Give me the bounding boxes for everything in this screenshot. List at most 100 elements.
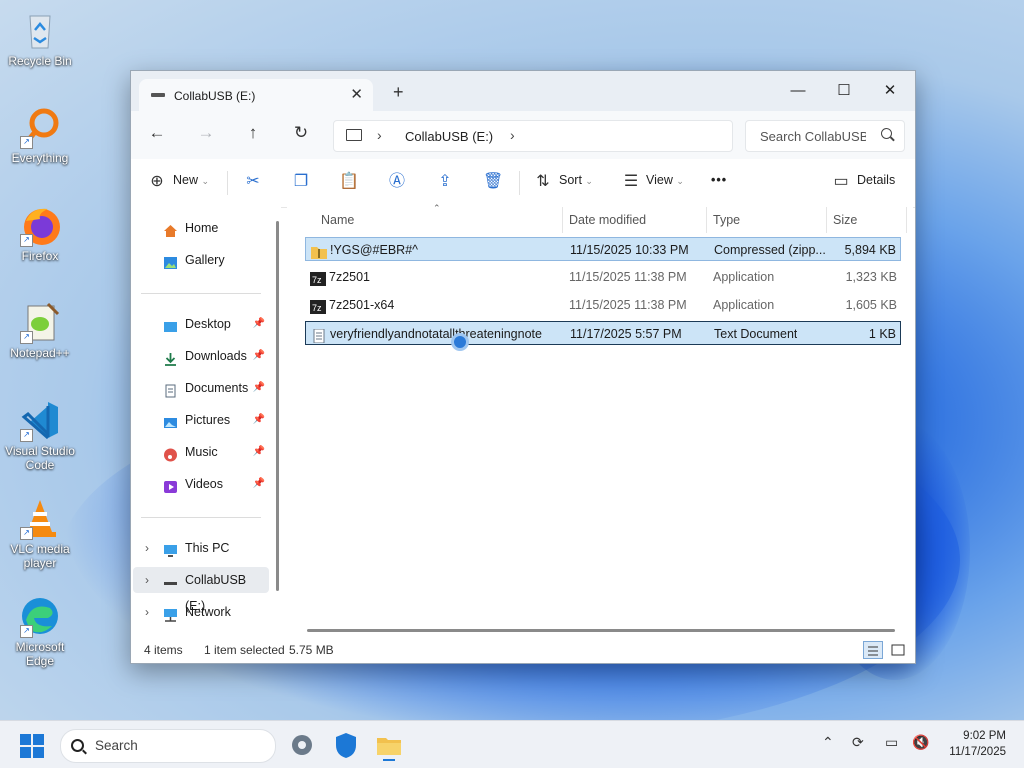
close-button[interactable]: ✕	[867, 77, 913, 105]
column-header-date[interactable]: Date modified	[569, 213, 646, 227]
nav-collabusb[interactable]: › CollabUSB (E:)	[133, 567, 269, 613]
file-row[interactable]: !YGS@#EBR#^ 11/15/2025 10:33 PM Compress…	[305, 237, 901, 261]
mouse-cursor-indicator	[451, 333, 469, 351]
details-button[interactable]: Details	[857, 173, 895, 187]
view-icon: ☰	[623, 173, 639, 190]
nav-desktop[interactable]: Desktop 📌	[141, 311, 269, 337]
nav-home[interactable]: Home	[141, 215, 269, 241]
pictures-icon	[163, 413, 178, 428]
security-shield-icon[interactable]	[330, 729, 362, 761]
start-button[interactable]	[20, 734, 44, 758]
desktop-icon-notepad-plus-plus[interactable]: ↗ Notepad++	[4, 300, 76, 360]
nav-downloads[interactable]: Downloads 📌	[141, 343, 269, 369]
windows-logo-tile	[33, 734, 44, 745]
forward-button[interactable]: →	[194, 123, 218, 143]
copy-icon[interactable]: ❐	[291, 172, 311, 192]
sort-label: Sort	[559, 173, 582, 187]
file-row[interactable]: veryfriendlyandnotatallthreateningnote 1…	[305, 321, 901, 345]
toolbar-divider	[519, 171, 520, 195]
desktop-icon-vlc[interactable]: ↗ VLC media player	[4, 496, 76, 570]
column-header-size[interactable]: Size	[833, 213, 857, 227]
nav-videos[interactable]: Videos 📌	[141, 471, 269, 497]
desktop-icon-firefox[interactable]: ↗ Firefox	[4, 203, 76, 263]
column-divider[interactable]	[706, 207, 707, 233]
details-view-button[interactable]	[863, 641, 883, 659]
pin-icon[interactable]: 📌	[253, 343, 265, 369]
cut-icon[interactable]: ✂	[243, 172, 263, 192]
breadcrumb-chevron[interactable]: ›	[510, 127, 515, 143]
documents-icon	[163, 381, 178, 398]
share-icon[interactable]: ⇪	[435, 172, 455, 192]
maximize-button[interactable]: ☐	[821, 77, 867, 105]
svg-text:7z: 7z	[312, 275, 322, 285]
minimize-button[interactable]: —	[775, 77, 821, 105]
shortcut-arrow-icon: ↗	[20, 234, 33, 247]
column-header-name[interactable]: Name	[321, 213, 354, 227]
file-explorer-taskbar-icon[interactable]	[373, 729, 405, 761]
speaker-muted-icon[interactable]: 🔇	[912, 734, 929, 751]
usb-drive-icon	[151, 93, 165, 97]
pin-icon[interactable]: 📌	[253, 407, 265, 433]
new-button[interactable]: New ⌄	[173, 173, 209, 187]
up-button[interactable]: ↑	[241, 123, 265, 143]
file-type: Application	[713, 298, 775, 312]
monitor-icon[interactable]: ▭	[885, 734, 898, 751]
file-name: veryfriendlyandnotatallthreateningnote	[330, 327, 542, 341]
pin-icon[interactable]: 📌	[253, 311, 265, 337]
system-clock[interactable]: 9:02 PM 11/17/2025	[949, 728, 1006, 760]
nav-label: Gallery	[185, 253, 225, 267]
more-options-button[interactable]: •••	[711, 173, 727, 187]
taskbar-search[interactable]: Search	[60, 729, 276, 763]
column-header-type[interactable]: Type	[713, 213, 740, 227]
chevron-right-icon[interactable]: ›	[145, 599, 149, 625]
update-notification-icon[interactable]: ⟳	[852, 734, 864, 751]
new-tab-button[interactable]: +	[393, 82, 404, 103]
paste-icon[interactable]: 📋	[339, 172, 359, 192]
pin-icon[interactable]: 📌	[253, 375, 265, 401]
column-divider[interactable]	[562, 207, 563, 233]
pin-icon[interactable]: 📌	[253, 439, 265, 465]
settings-app-icon[interactable]	[286, 729, 318, 761]
nav-network[interactable]: › Network	[141, 599, 269, 625]
chevron-right-icon[interactable]: ›	[145, 567, 149, 593]
delete-icon[interactable]: 🗑	[483, 172, 503, 192]
desktop-icon-edge[interactable]: ↗ Microsoft Edge	[4, 594, 76, 668]
tiles-view-button[interactable]	[889, 641, 909, 659]
horizontal-scrollbar[interactable]	[307, 629, 895, 632]
taskbar: Search ⌃ ⟳ ▭ 🔇 9:02 PM 11/17/2025	[0, 720, 1024, 768]
sort-button[interactable]: Sort ⌄	[559, 173, 593, 187]
search-icon	[881, 128, 892, 139]
file-size: 1,605 KB	[845, 298, 897, 312]
desktop-icon-recycle-bin[interactable]: Recycle Bin	[4, 8, 76, 68]
desktop-icon-vscode[interactable]: ↗ Visual Studio Code	[4, 398, 76, 472]
file-row[interactable]: 7z 7z2501-x64 11/15/2025 11:38 PM Applic…	[305, 293, 901, 317]
gallery-icon	[163, 253, 178, 269]
pin-icon[interactable]: 📌	[253, 471, 265, 497]
chevron-right-icon[interactable]: ›	[145, 535, 149, 561]
chevron-up-icon[interactable]: ⌃	[822, 734, 834, 751]
file-type: Compressed (zipp...	[714, 243, 826, 257]
tab-close-button[interactable]: ✕	[350, 85, 363, 103]
shortcut-arrow-icon: ↗	[20, 527, 33, 540]
back-button[interactable]: ←	[145, 123, 169, 143]
file-row[interactable]: 7z 7z2501 11/15/2025 11:38 PM Applicatio…	[305, 265, 901, 289]
tab-collabusb[interactable]: CollabUSB (E:) ✕	[139, 79, 373, 111]
breadcrumb-collabusb[interactable]: CollabUSB (E:)	[405, 129, 493, 144]
desktop-icon-everything[interactable]: ↗ Everything	[4, 105, 76, 165]
address-bar[interactable]: › CollabUSB (E:) ›	[333, 120, 733, 152]
nav-pictures[interactable]: Pictures 📌	[141, 407, 269, 433]
windows-logo-tile	[20, 747, 31, 758]
column-divider[interactable]	[826, 207, 827, 233]
rename-icon[interactable]: Ⓐ	[387, 172, 407, 192]
view-button[interactable]: View ⌄	[646, 173, 684, 187]
nav-music[interactable]: Music 📌	[141, 439, 269, 465]
nav-documents[interactable]: Documents 📌	[141, 375, 269, 401]
refresh-button[interactable]: ↻	[289, 123, 313, 143]
nav-gallery[interactable]: Gallery	[141, 247, 269, 273]
taskbar-search-label: Search	[95, 738, 138, 753]
search-box[interactable]: Search CollabUSB (E:)	[745, 120, 905, 152]
nav-scrollbar[interactable]	[276, 221, 279, 591]
nav-this-pc[interactable]: › This PC	[141, 535, 269, 561]
column-divider[interactable]	[906, 207, 907, 233]
downloads-icon	[163, 349, 178, 366]
